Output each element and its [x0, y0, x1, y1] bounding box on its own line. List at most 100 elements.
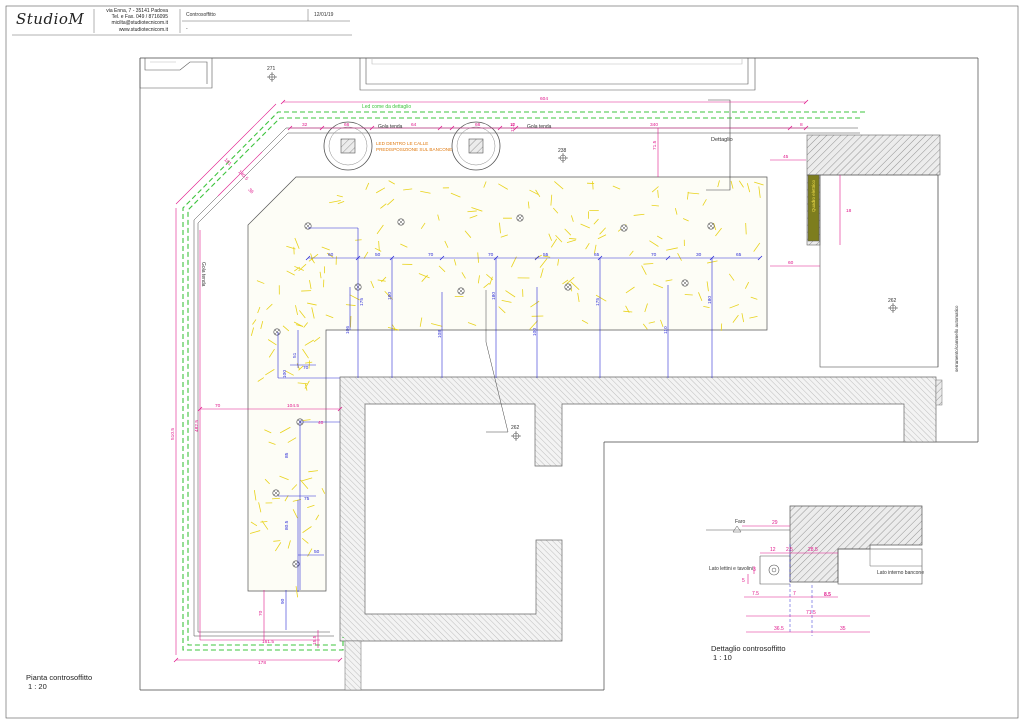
dim-label: 11.5: [510, 123, 516, 132]
texture-stroke: [592, 181, 594, 190]
dim-label: 85: [284, 452, 290, 458]
dim-label: 180: [387, 292, 393, 300]
dim-label: 510.5: [170, 428, 176, 440]
spotlight-icon: [620, 224, 628, 232]
led-inside-note: LED DENTRO LE CALLE: [376, 141, 428, 146]
dim-label: 70: [303, 365, 309, 371]
dim-label: 60: [788, 260, 794, 266]
spotlight-icon: [457, 287, 465, 295]
dim-label: 106: [345, 326, 351, 334]
dim-label: 70: [258, 610, 264, 616]
dim-label: 175: [359, 298, 365, 306]
dim-label: 66: [475, 122, 481, 128]
right-room-area: [819, 174, 939, 368]
spotlight-icon: [272, 489, 280, 497]
title-block-lines: [12, 9, 352, 36]
dim-label: 340: [650, 122, 658, 128]
dim-label: 180: [491, 292, 497, 300]
round-table-right: [451, 121, 501, 171]
wall-stub: [935, 379, 943, 406]
dim-label: 604: [540, 96, 548, 102]
dim-label: 50: [314, 549, 320, 555]
dim-label: 15.5: [312, 635, 318, 645]
dim-label: 71.5: [806, 610, 816, 616]
quadro-label: Quadro elettrico: [811, 179, 816, 212]
lato-lettini-label: Lato lettini e tavolini: [709, 566, 753, 572]
dim-label: 180: [707, 296, 713, 304]
drawing-sheet: StudioM via Enna, 7 - 35141 Padova Tel. …: [0, 0, 1024, 724]
dim-label: 64: [411, 122, 417, 128]
dim-label: 28.5: [808, 547, 818, 553]
dim-label: 71.5: [652, 140, 658, 150]
dim-label: 60: [328, 252, 334, 258]
top-openings: [139, 58, 756, 91]
round-table-left: [323, 121, 373, 171]
dim-label: 40: [318, 420, 324, 426]
dim-label: 18: [846, 208, 852, 214]
dim-label: 3: [753, 567, 756, 573]
dim-label: 70: [215, 403, 221, 409]
gola-tenda-label: Gola tenda: [378, 124, 403, 130]
dim-label: 7: [793, 591, 796, 597]
dim-label: 70: [488, 252, 494, 258]
dim-label: 80.5: [284, 520, 290, 530]
height-262: 262: [888, 298, 897, 304]
dettaglio-label: Dettaglio: [711, 137, 733, 143]
dim-label: 51: [292, 352, 298, 358]
texture-stroke: [308, 360, 310, 369]
dim-label: 65: [594, 252, 600, 258]
dim-label: 108: [437, 330, 443, 338]
wall-block-right: [806, 134, 941, 176]
faro-icon: [732, 525, 742, 533]
dim-label: 8.5: [824, 592, 831, 598]
height-238: 238: [558, 148, 567, 154]
dim-label: 482.5: [194, 420, 200, 432]
drawing-svg: 271 238 262 262 604 32 66 64 66 12 340 8…: [5, 5, 1019, 719]
dim-label: 36: [247, 187, 255, 195]
dim-label: 12: [770, 547, 776, 553]
gola-tenda-label: Gola tenda: [527, 124, 552, 130]
dim-label: 104.5: [287, 403, 299, 409]
height-271: 271: [267, 66, 276, 72]
detail-led-profile: [768, 564, 780, 576]
dim-label: 55: [543, 252, 549, 258]
spotlight-icon: [681, 279, 689, 287]
detail-counter: [837, 548, 923, 585]
dim-label: 35: [840, 626, 846, 632]
predisposizione-note: PREDISPOSIZIONE SUL BANCONE: [376, 147, 452, 152]
spotlight-icon: [516, 214, 524, 222]
spotlight-icon: [273, 328, 281, 336]
dim-label: 45: [783, 154, 789, 160]
spotlight-icon: [707, 222, 715, 230]
dim-label: 2.5: [786, 547, 793, 553]
dim-label: 178: [258, 660, 266, 666]
dim-label: 161: [223, 157, 233, 167]
lato-interno-label: Lato interno bancone: [877, 570, 924, 576]
dim-label: 7.5: [752, 591, 759, 597]
dim-label: 29: [772, 520, 778, 526]
dim-label: 90: [280, 598, 286, 604]
height-262: 262: [511, 425, 520, 431]
sheet-border: [5, 5, 1019, 719]
column-bottom: [344, 640, 362, 691]
dim-label: 32: [302, 122, 308, 128]
texture-stroke: [260, 521, 268, 523]
dim-label: 70: [428, 252, 434, 258]
dim-label: 65: [736, 252, 742, 258]
spotlight-icon: [397, 218, 405, 226]
dim-label: 30: [696, 252, 702, 258]
detail-section: Faro Lato lettini e tavolini Lato intern…: [706, 505, 924, 636]
faro-label: Faro: [735, 519, 746, 525]
dim-label: 175: [595, 298, 601, 306]
dim-label: 100: [532, 328, 538, 336]
dim-label: 36.5: [774, 626, 784, 632]
dim-label: 75: [304, 496, 310, 502]
dim-label: 50: [375, 252, 381, 258]
texture-stroke: [355, 239, 362, 241]
detail-leader: [706, 99, 731, 191]
dim-label: 66: [344, 122, 350, 128]
spotlight-icon: [564, 283, 572, 291]
dim-label: 70: [651, 252, 657, 258]
dim-label: 8: [800, 122, 803, 128]
serramento-label: serramento/cammello automatico: [954, 305, 959, 372]
